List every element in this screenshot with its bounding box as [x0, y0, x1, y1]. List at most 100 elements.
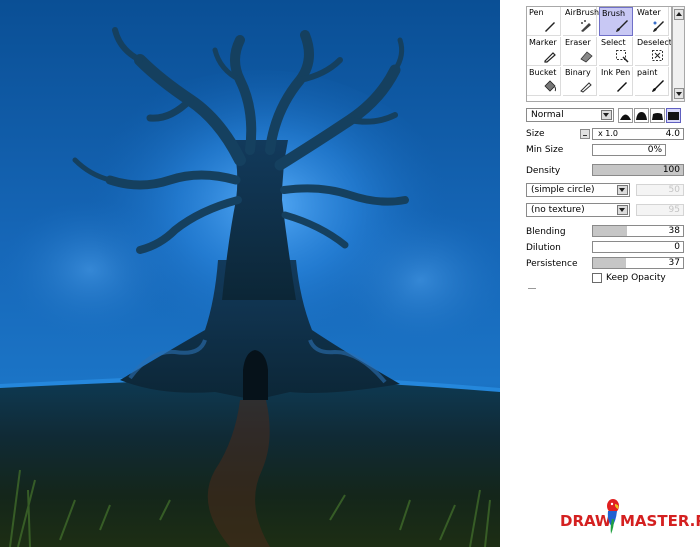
texture-select[interactable]: (no texture) — [526, 203, 630, 217]
tool-binary[interactable]: Binary — [563, 67, 597, 96]
tool-label: Deselect — [637, 38, 672, 47]
dilution-value: 0 — [674, 242, 680, 252]
tool-eraser[interactable]: Eraser — [563, 37, 597, 66]
persistence-row: Persistence 37 — [526, 257, 684, 271]
dilution-slider[interactable]: 0 — [592, 241, 684, 253]
bucket-icon — [544, 80, 556, 92]
min-size-slider[interactable]: 0% — [592, 144, 666, 156]
paint-brush-icon — [652, 80, 664, 92]
tool-bucket[interactable]: Bucket — [527, 67, 561, 96]
keep-opacity-row: Keep Opacity — [526, 272, 684, 285]
pen-icon — [545, 22, 555, 32]
density-row: Density 100 — [526, 164, 684, 178]
select-icon — [616, 50, 629, 63]
tool-label: Water — [637, 8, 661, 17]
tool-label: AirBrush — [565, 8, 600, 17]
dilution-label: Dilution — [526, 243, 561, 253]
eraser-icon — [580, 51, 593, 63]
brush-shape-group — [618, 108, 684, 123]
brush-shape-select[interactable]: (simple circle) — [526, 183, 630, 197]
tool-water[interactable]: Water — [635, 7, 669, 36]
persistence-value: 37 — [668, 258, 680, 268]
soft-shape-icon — [620, 114, 631, 120]
marker-icon — [544, 52, 556, 63]
blending-slider[interactable]: 38 — [592, 225, 684, 237]
dilution-row: Dilution 0 — [526, 241, 684, 255]
tool-airbrush[interactable]: AirBrush — [563, 7, 600, 36]
min-size-value: 0% — [647, 145, 662, 155]
shape-amount-value: 50 — [668, 185, 680, 195]
tool-label: Pen — [529, 8, 544, 17]
size-slider[interactable]: x 1.0 4.0 — [592, 128, 684, 140]
logo-text-master: MASTER.RU — [620, 512, 700, 530]
density-label: Density — [526, 166, 561, 176]
blend-row: Normal — [526, 108, 684, 124]
medium-shape-icon — [636, 112, 647, 120]
size-multiplier: x 1.0 — [598, 129, 618, 138]
binary-pen-icon — [580, 82, 592, 93]
texture-amount-slider[interactable]: 95 — [636, 204, 684, 216]
tool-label: paint — [637, 68, 658, 77]
hard-shape-button[interactable] — [650, 108, 665, 123]
tool-label: Marker — [529, 38, 557, 47]
hard-shape-icon — [652, 113, 663, 120]
chevron-down-icon — [617, 205, 628, 215]
airbrush-icon — [581, 20, 591, 32]
tree-painting — [0, 0, 500, 547]
scroll-up-button[interactable] — [674, 9, 684, 20]
min-size-label: Min Size — [526, 145, 564, 155]
brush-icon — [616, 20, 628, 32]
chevron-down-icon — [601, 110, 612, 120]
tool-label: Bucket — [529, 68, 557, 77]
tool-ink-pen[interactable]: Ink Pen — [599, 67, 633, 96]
medium-shape-button[interactable] — [634, 108, 649, 123]
tool-select[interactable]: Select — [599, 37, 633, 66]
blending-row: Blending 38 — [526, 225, 684, 239]
blending-label: Blending — [526, 227, 566, 237]
tool-deselect[interactable]: Deselect — [635, 37, 672, 66]
square-shape-button[interactable] — [666, 108, 681, 123]
texture-value: (no texture) — [531, 205, 585, 215]
shape-row: (simple circle) 50 — [526, 183, 684, 199]
tool-marker[interactable]: Marker — [527, 37, 561, 66]
blending-fill — [593, 226, 628, 236]
tool-label: Brush — [602, 9, 626, 18]
drawmaster-logo: DRAW MASTER.RU — [560, 499, 700, 535]
persistence-slider[interactable]: 37 — [592, 257, 684, 269]
size-label: Size — [526, 129, 545, 139]
chevron-down-icon — [617, 185, 628, 195]
tool-label: Eraser — [565, 38, 591, 47]
painting-canvas[interactable] — [0, 0, 500, 547]
blend-mode-select[interactable]: Normal — [526, 108, 614, 122]
tool-label: Select — [601, 38, 626, 47]
ink-pen-icon — [617, 82, 627, 92]
tool-brush[interactable]: Brush — [599, 7, 633, 36]
blend-mode-value: Normal — [531, 110, 564, 120]
size-value: 4.0 — [665, 129, 680, 139]
persistence-label: Persistence — [526, 259, 578, 269]
tool-label: Binary — [565, 68, 591, 77]
water-brush-icon — [653, 21, 664, 32]
tool-panel: Pen AirBrush Brush Water Marker Eraser S… — [524, 4, 687, 290]
soft-shape-button[interactable] — [618, 108, 633, 123]
min-size-row: Min Size 0% — [526, 144, 684, 158]
scroll-down-button[interactable] — [674, 88, 684, 99]
tool-label: Ink Pen — [601, 68, 631, 77]
tool-grid-scrollbar[interactable] — [672, 6, 685, 102]
brush-shape-value: (simple circle) — [531, 185, 595, 195]
square-shape-icon — [668, 112, 679, 120]
blending-value: 38 — [668, 226, 680, 236]
keep-opacity-label: Keep Opacity — [606, 273, 666, 283]
density-slider[interactable]: 100 — [592, 164, 684, 176]
persistence-fill — [593, 258, 627, 268]
tool-paint[interactable]: paint — [635, 67, 669, 96]
deselect-icon — [652, 50, 663, 61]
texture-amount-value: 95 — [668, 205, 680, 215]
tool-pen[interactable]: Pen — [527, 7, 561, 36]
tool-grid: Pen AirBrush Brush Water Marker Eraser S… — [526, 6, 672, 102]
size-row: Size x 1.0 4.0 — [526, 128, 684, 142]
panel-divider — [528, 288, 536, 289]
shape-amount-slider[interactable]: 50 — [636, 184, 684, 196]
keep-opacity-checkbox[interactable] — [592, 273, 602, 283]
size-range-button[interactable] — [580, 129, 590, 139]
